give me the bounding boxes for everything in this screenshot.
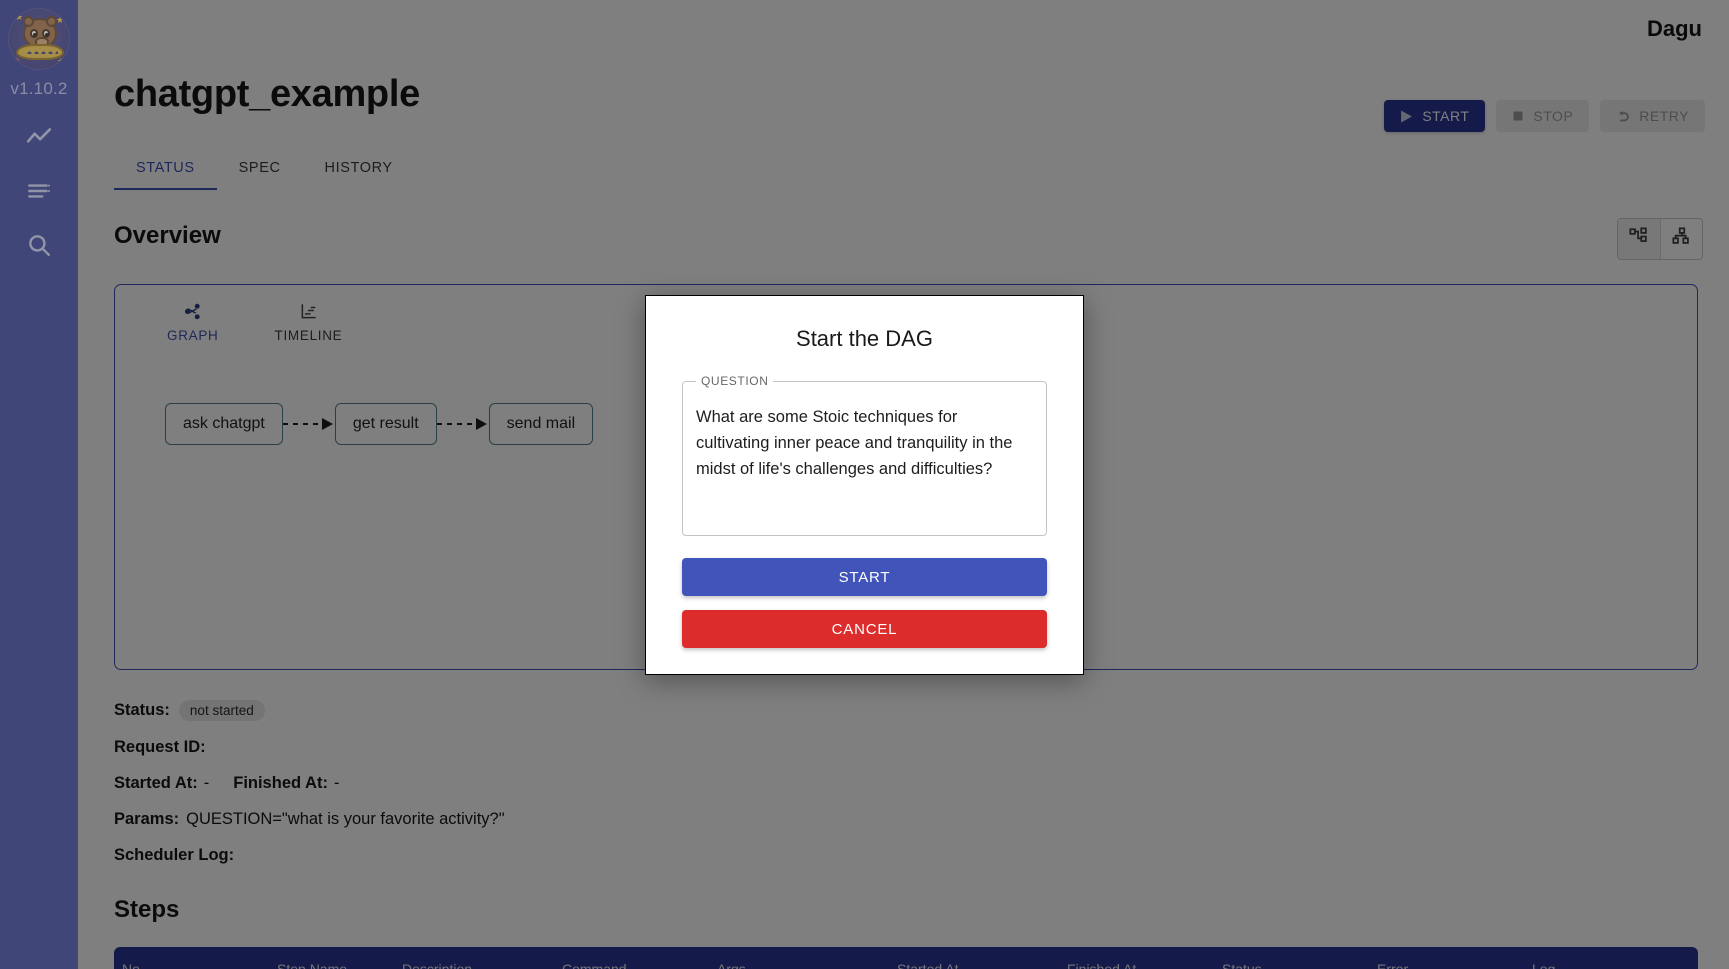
steps-table-header-row: No Step Name Description Command Args St… [114, 947, 1698, 969]
steps-table: No Step Name Description Command Args St… [114, 947, 1698, 969]
dagu-beaver-ufo-logo: ★ ★ ★ ★ [8, 8, 70, 70]
graph-vertical-button[interactable] [1660, 219, 1702, 259]
dags-nav[interactable] [23, 121, 55, 153]
dag-graph: ask chatgpt get result send mail [165, 403, 594, 445]
col-finished-at: Finished At [1067, 961, 1137, 969]
graph-vertical-icon [1672, 227, 1692, 252]
dag-edge [436, 418, 489, 430]
question-field: QUESTION [682, 374, 1047, 536]
col-status: Status [1222, 961, 1262, 969]
dag-node[interactable]: send mail [488, 403, 594, 445]
finished-at-label: Finished At: [233, 774, 328, 792]
share-nodes-icon [184, 301, 201, 321]
dag-node[interactable]: ask chatgpt [165, 403, 283, 445]
col-error: Error [1377, 961, 1409, 969]
stop-square-icon [1512, 110, 1524, 122]
ufo-icon [16, 44, 64, 60]
started-at-label: Started At: [114, 774, 198, 792]
times-row: Started At: - Finished At: - [114, 774, 505, 793]
status-badge: not started [178, 700, 265, 721]
search-icon [26, 232, 52, 258]
page-title: chatgpt_example [114, 73, 420, 115]
tab-spec[interactable]: SPEC [217, 148, 303, 190]
star-icon: ★ [56, 56, 65, 66]
retry-arrow-icon [1616, 110, 1630, 123]
col-description: Description [402, 961, 473, 969]
start-dag-dialog: Start the DAG QUESTION START CANCEL [645, 295, 1084, 675]
app-root: ★ ★ ★ ★ v1.10.2 Dagu chatgpt_example STA… [0, 0, 1729, 969]
search-dags-nav[interactable] [23, 175, 55, 207]
params-row: Params: QUESTION="what is your favorite … [114, 810, 505, 829]
start-button-label: START [1422, 108, 1470, 124]
dag-edge [282, 418, 335, 430]
dialog-start-button[interactable]: START [682, 558, 1047, 596]
brand-title: Dagu [1647, 16, 1702, 41]
overview-heading: Overview [114, 222, 221, 249]
scheduler-log-row: Scheduler Log: [114, 846, 505, 865]
graph-horizontal-icon [1629, 227, 1649, 252]
scheduler-log-label: Scheduler Log: [114, 846, 235, 864]
params-label: Params: [114, 810, 180, 828]
status-row: Status: not started [114, 700, 505, 721]
col-step-name: Step Name [277, 961, 348, 969]
graph-tab-label: GRAPH [167, 328, 219, 343]
graph-horizontal-button[interactable] [1618, 219, 1660, 259]
play-icon [1400, 110, 1413, 123]
stop-button[interactable]: STOP [1496, 100, 1590, 132]
sidebar: ★ ★ ★ ★ v1.10.2 [0, 0, 78, 969]
page-tabs: STATUS SPEC HISTORY [114, 148, 415, 190]
graph-orientation-toggle [1617, 218, 1703, 260]
request-id-row: Request ID: [114, 738, 505, 757]
version-label: v1.10.2 [10, 79, 68, 98]
dag-actions: START STOP RETRY [1384, 100, 1705, 132]
arrow-icon [475, 418, 487, 430]
col-args: Args [717, 961, 746, 969]
col-started-at: Started At [897, 961, 959, 969]
col-command: Command [562, 961, 627, 969]
retry-button-label: RETRY [1639, 108, 1689, 124]
steps-heading: Steps [114, 896, 180, 923]
stop-button-label: STOP [1533, 108, 1574, 124]
arrow-icon [321, 418, 333, 430]
dag-node[interactable]: get result [334, 403, 437, 445]
star-icon: ★ [55, 15, 64, 25]
graph-tab[interactable]: GRAPH [157, 295, 229, 351]
list-icon [26, 178, 52, 204]
tab-status[interactable]: STATUS [114, 148, 217, 190]
tab-history[interactable]: HISTORY [303, 148, 415, 190]
dialog-cancel-button[interactable]: CANCEL [682, 610, 1047, 648]
activity-chart-icon [26, 124, 52, 150]
dialog-title: Start the DAG [796, 326, 933, 351]
question-field-label: QUESTION [701, 374, 769, 388]
search-nav[interactable] [23, 229, 55, 261]
dag-details: Status: not started Request ID: Started … [114, 700, 505, 882]
star-icon: ★ [15, 12, 24, 22]
timeline-tab-label: TIMELINE [274, 328, 343, 343]
started-at-value: - [203, 774, 210, 792]
retry-button[interactable]: RETRY [1600, 100, 1705, 132]
timeline-tab[interactable]: TIMELINE [265, 295, 353, 351]
col-log: Log [1532, 961, 1556, 969]
params-value: QUESTION="what is your favorite activity… [186, 810, 505, 828]
request-id-label: Request ID: [114, 738, 206, 756]
status-label: Status: [114, 701, 170, 719]
timeline-chart-icon [300, 301, 317, 321]
finished-at-value: - [333, 774, 340, 792]
col-no: No [122, 961, 140, 969]
question-input[interactable] [696, 404, 1033, 516]
start-button[interactable]: START [1384, 100, 1486, 132]
